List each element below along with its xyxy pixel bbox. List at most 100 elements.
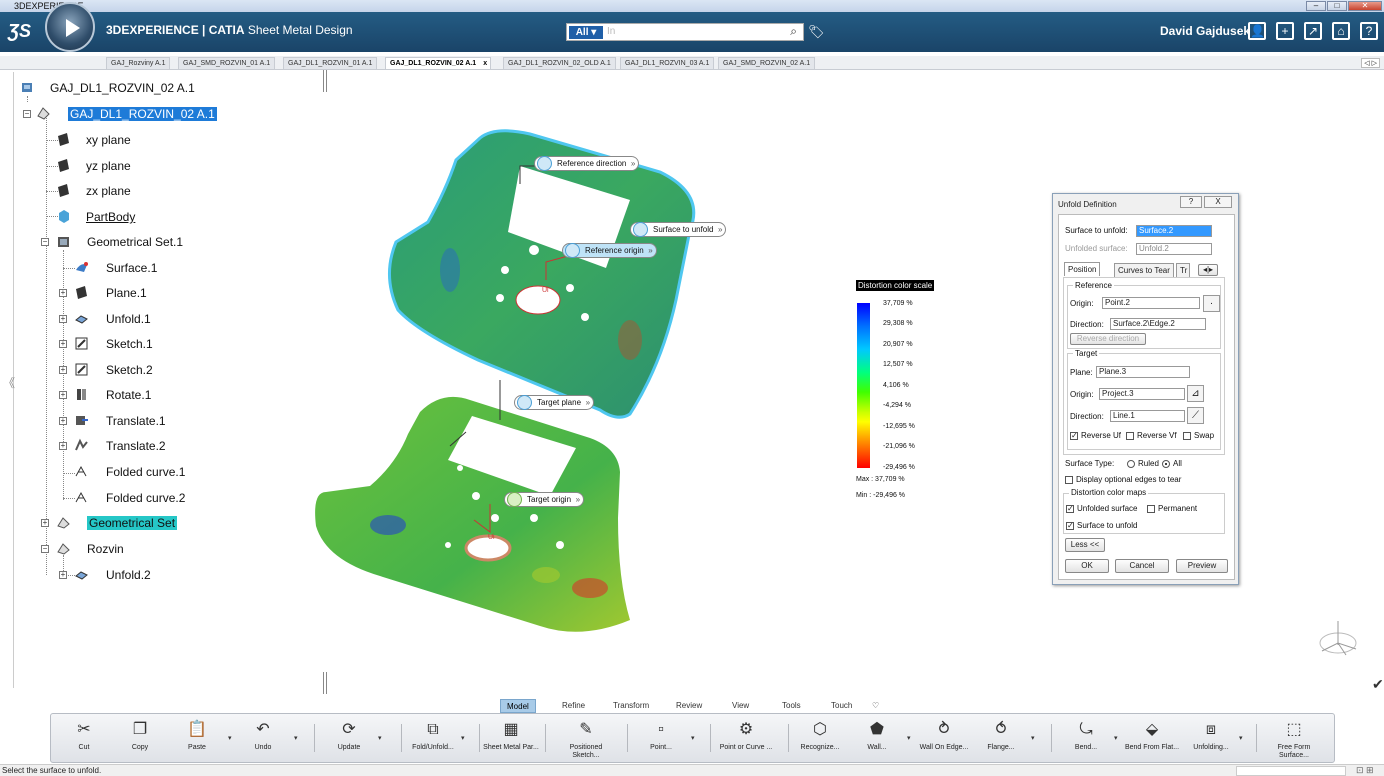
- tab-touch[interactable]: Touch: [825, 699, 858, 713]
- all-radio[interactable]: [1162, 460, 1170, 468]
- tab-position[interactable]: Position: [1064, 262, 1101, 276]
- line-icon[interactable]: ⟋: [1187, 407, 1204, 424]
- search-icon[interactable]: ⌕: [790, 24, 797, 39]
- expand-icon[interactable]: +: [59, 289, 67, 297]
- update-dropdown-icon[interactable]: ▾: [378, 734, 382, 742]
- fold-unfold-button[interactable]: ⧉ Fold/Unfold...: [403, 714, 463, 762]
- unfolding-button[interactable]: ⧈ Unfolding...: [1181, 714, 1241, 762]
- expand-icon[interactable]: +: [59, 442, 67, 450]
- tab-scroll-arrows[interactable]: ◁ ▷: [1361, 58, 1380, 68]
- update-button[interactable]: ⟳ Update: [319, 714, 379, 762]
- help-button[interactable]: ?: [1180, 196, 1202, 208]
- collapse-icon[interactable]: −: [41, 545, 49, 553]
- collapse-icon[interactable]: −: [23, 110, 31, 118]
- status-icons[interactable]: ⊡ ⊞: [1356, 765, 1374, 776]
- collapse-icon[interactable]: −: [41, 238, 49, 246]
- wall-dropdown-icon[interactable]: ▾: [907, 734, 911, 742]
- close-dialog-button[interactable]: X: [1204, 196, 1232, 208]
- positioned-sketch-button[interactable]: ✎ Positioned Sketch...: [556, 714, 616, 762]
- callout-target-origin[interactable]: Target origin»: [504, 492, 585, 507]
- surface-to-unfold-field[interactable]: Surface.2: [1136, 225, 1212, 237]
- help-icon[interactable]: ?: [1360, 22, 1378, 40]
- undo-dropdown-icon[interactable]: ▾: [294, 734, 298, 742]
- tab-transform[interactable]: Transform: [607, 699, 655, 713]
- chevron-down-icon[interactable]: ♡: [866, 699, 885, 713]
- doc-tab[interactable]: GAJ_SMD_ROZVIN_02 A.1: [718, 57, 816, 70]
- share-icon[interactable]: ↗: [1304, 22, 1322, 40]
- paste-dropdown-icon[interactable]: ▾: [228, 734, 232, 742]
- undo-button[interactable]: ↶ Undo: [233, 714, 293, 762]
- recognize-button[interactable]: ⬡ Recognize...: [790, 714, 850, 762]
- callout-surface-to-unfold[interactable]: Surface to unfold»: [630, 222, 727, 237]
- close-window-button[interactable]: ✕: [1348, 1, 1382, 11]
- ok-button[interactable]: OK: [1065, 559, 1109, 573]
- search-bar[interactable]: All ▾ In ⌕: [566, 23, 804, 41]
- reverse-uf-checkbox[interactable]: ✓: [1070, 432, 1078, 440]
- less-button[interactable]: Less <<: [1065, 538, 1105, 552]
- doc-tab[interactable]: GAJ_SMD_ROZVIN_01 A.1: [178, 57, 276, 70]
- unfolded-surface-checkbox[interactable]: ✓: [1066, 505, 1074, 513]
- tab-refine[interactable]: Refine: [556, 699, 591, 713]
- bend-from-flat-button[interactable]: ⬙ Bend From Flat...: [1122, 714, 1182, 762]
- tab-curves-to-tear[interactable]: Curves to Tear: [1114, 263, 1174, 277]
- doc-tab-active[interactable]: GAJ_DL1_ROZVIN_02 A.1 x: [385, 57, 492, 70]
- doc-tab[interactable]: GAJ_Rozviny A.1: [106, 57, 171, 70]
- search-input[interactable]: In: [607, 26, 615, 37]
- callout-reference-origin[interactable]: Reference origin»: [562, 243, 657, 258]
- target-origin-field[interactable]: Project.3: [1099, 388, 1185, 400]
- callout-target-plane[interactable]: Target plane»: [514, 395, 595, 410]
- expand-icon[interactable]: +: [59, 417, 67, 425]
- wall-on-edge-button[interactable]: ⥁ Wall On Edge...: [914, 714, 974, 762]
- tab-view[interactable]: View: [726, 699, 755, 713]
- tab-more[interactable]: Tr: [1176, 263, 1190, 277]
- flange-dropdown-icon[interactable]: ▾: [1031, 734, 1035, 742]
- reverse-vf-checkbox[interactable]: [1126, 432, 1134, 440]
- origin-field[interactable]: Point.2: [1102, 297, 1200, 309]
- tab-model[interactable]: Model: [500, 699, 536, 713]
- expand-icon[interactable]: +: [59, 571, 67, 579]
- tab-tools[interactable]: Tools: [776, 699, 807, 713]
- check-icon[interactable]: ✔: [1372, 676, 1384, 693]
- expand-icon[interactable]: +: [59, 315, 67, 323]
- add-icon[interactable]: +: [1276, 22, 1294, 40]
- doc-tab[interactable]: GAJ_DL1_ROZVIN_03 A.1: [620, 57, 715, 70]
- expand-icon[interactable]: +: [59, 340, 67, 348]
- copy-button[interactable]: ❐ Copy: [110, 714, 170, 762]
- profile-icon[interactable]: 👤: [1248, 22, 1266, 40]
- cancel-button[interactable]: Cancel: [1115, 559, 1169, 573]
- sheet-metal-parameters-button[interactable]: ▦ Sheet Metal Par...: [481, 714, 541, 762]
- free-form-surface-button[interactable]: ⬚ Free Form Surface...: [1264, 714, 1324, 762]
- compass-icon[interactable]: [45, 2, 95, 52]
- command-input[interactable]: [1236, 766, 1346, 776]
- origin-picker-icon[interactable]: ·: [1203, 295, 1220, 312]
- cut-button[interactable]: ✂ Cut: [54, 714, 114, 762]
- reverse-direction-button[interactable]: Reverse direction: [1070, 333, 1146, 345]
- 3d-compass-icon[interactable]: [1316, 615, 1361, 665]
- paste-button[interactable]: 📋 Paste: [167, 714, 227, 762]
- tab-review[interactable]: Review: [670, 699, 708, 713]
- doc-tab[interactable]: GAJ_DL1_ROZVIN_01 A.1: [283, 57, 378, 70]
- point-dropdown-icon[interactable]: ▾: [691, 734, 695, 742]
- close-tab-icon[interactable]: x: [483, 58, 487, 70]
- unfolding-dropdown-icon[interactable]: ▾: [1239, 734, 1243, 742]
- preview-button[interactable]: Preview: [1176, 559, 1228, 573]
- bend-dropdown-icon[interactable]: ▾: [1114, 734, 1118, 742]
- permanent-checkbox[interactable]: [1147, 505, 1155, 513]
- tab-scroll-arrows[interactable]: ◂|▸: [1198, 264, 1218, 276]
- direction-field[interactable]: Surface.2\Edge.2: [1110, 318, 1206, 330]
- display-optional-checkbox[interactable]: [1065, 476, 1073, 484]
- tag-icon[interactable]: 🏷: [808, 24, 825, 40]
- wall-button[interactable]: ⬟ Wall...: [847, 714, 907, 762]
- target-direction-field[interactable]: Line.1: [1110, 410, 1185, 422]
- ruled-radio[interactable]: [1127, 460, 1135, 468]
- plane-field[interactable]: Plane.3: [1096, 366, 1190, 378]
- expand-icon[interactable]: +: [59, 391, 67, 399]
- doc-tab[interactable]: GAJ_DL1_ROZVIN_02_OLD A.1: [503, 57, 616, 70]
- search-scope-dropdown[interactable]: All ▾: [569, 26, 603, 39]
- home-icon[interactable]: ⌂: [1332, 22, 1350, 40]
- user-name[interactable]: David Gajdusek: [1160, 24, 1250, 38]
- flange-button[interactable]: ⥀ Flange...: [971, 714, 1031, 762]
- point-or-curve-button[interactable]: ⚙ Point or Curve ...: [716, 714, 776, 762]
- point-button[interactable]: ▫ Point...: [631, 714, 691, 762]
- maximize-button[interactable]: □: [1327, 1, 1347, 11]
